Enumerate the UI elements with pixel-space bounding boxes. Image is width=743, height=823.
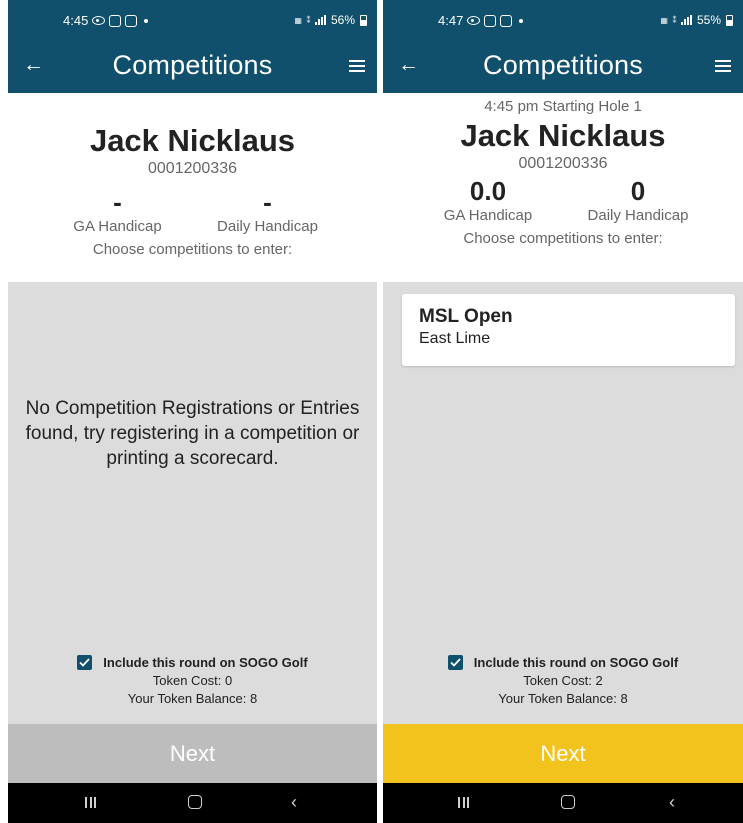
- message-icon: [125, 14, 138, 27]
- competition-name: MSL Open: [419, 306, 513, 327]
- eye-icon: [92, 16, 106, 25]
- daily-handicap: - Daily Handicap: [193, 188, 343, 235]
- home-icon[interactable]: [188, 795, 202, 809]
- left-edge: [0, 0, 8, 823]
- wifi-calling-icon: ⁑: [306, 15, 310, 25]
- daily-handicap: 0 Daily Handicap: [563, 177, 713, 224]
- competition-card[interactable]: MSL Open East Lime: [402, 294, 735, 366]
- battery-percent: 55%: [696, 13, 721, 27]
- recent-apps-icon[interactable]: [458, 797, 469, 808]
- battery-percent: 56%: [330, 13, 355, 27]
- screen-before: 4:45 ▦ ⁑ 56% ← Competitions Jack Nicklau…: [8, 0, 377, 823]
- dot-icon: [519, 18, 524, 23]
- home-icon[interactable]: [561, 795, 575, 809]
- daily-handicap-value: 0: [630, 176, 646, 206]
- daily-handicap-label: Daily Handicap: [217, 218, 318, 235]
- eye-icon: [467, 16, 481, 25]
- status-bar: 4:47 ▦ ⁑ 55%: [383, 0, 743, 41]
- start-time-line: 4:45 pm Starting Hole 1: [484, 98, 642, 115]
- empty-message: No Competition Registrations or Entries …: [25, 398, 360, 469]
- ga-handicap-value: 0.0: [469, 176, 507, 206]
- ga-handicap-label: GA Handicap: [443, 207, 533, 224]
- page-title: Competitions: [483, 50, 643, 80]
- daily-handicap-value: -: [263, 187, 272, 217]
- dot-icon: [144, 18, 149, 23]
- android-nav-bar: ‹: [383, 783, 743, 823]
- status-bar: 4:45 ▦ ⁑ 56%: [8, 0, 377, 41]
- battery-icon: [726, 14, 733, 26]
- daily-handicap-label: Daily Handicap: [587, 207, 689, 224]
- app-bar: ← Competitions: [8, 41, 377, 93]
- player-name: Jack Nicklaus: [89, 123, 296, 158]
- member-number: 0001200336: [148, 160, 237, 177]
- player-header: 4:45 pm Starting Hole 1 Jack Nicklaus 00…: [383, 93, 743, 282]
- battery-icon: [360, 14, 367, 26]
- ga-handicap: 0.0 GA Handicap: [413, 177, 563, 224]
- competitions-list: MSL Open East Lime Include this round on…: [383, 282, 743, 724]
- volte-icon: ▦: [660, 15, 668, 25]
- checkbox-checked-icon[interactable]: [447, 655, 463, 670]
- competitions-list: No Competition Registrations or Entries …: [8, 282, 377, 724]
- handicap-row: 0.0 GA Handicap 0 Daily Handicap: [383, 177, 743, 224]
- sogo-section: Include this round on SOGO Golf Token Co…: [383, 655, 743, 706]
- player-name: Jack Nicklaus: [460, 118, 666, 153]
- next-button[interactable]: Next: [8, 724, 377, 783]
- status-time: 4:45: [63, 13, 89, 28]
- hamburger-menu-icon[interactable]: [715, 60, 731, 72]
- nav-back-icon[interactable]: ‹: [669, 793, 675, 811]
- screen-after: 4:47 ▦ ⁑ 55% ← Competitions 4:45 pm Star…: [383, 0, 743, 823]
- player-header: Jack Nicklaus 0001200336 - GA Handicap -…: [8, 93, 377, 282]
- wifi-calling-icon: ⁑: [672, 15, 676, 25]
- signal-icon: [314, 15, 326, 25]
- next-button[interactable]: Next: [383, 724, 743, 783]
- volte-icon: ▦: [294, 15, 302, 25]
- recent-apps-icon[interactable]: [85, 797, 96, 808]
- android-nav-bar: ‹: [8, 783, 377, 823]
- token-balance: Your Token Balance: 8: [127, 691, 258, 706]
- signal-icon: [680, 15, 692, 25]
- notification-icon: [484, 14, 497, 27]
- sogo-label[interactable]: Include this round on SOGO Golf: [474, 655, 678, 670]
- choose-competitions-text: Choose competitions to enter:: [463, 230, 663, 247]
- nav-back-icon[interactable]: ‹: [291, 793, 297, 811]
- competition-course: East Lime: [419, 330, 491, 347]
- status-time: 4:47: [438, 13, 464, 28]
- page-title: Competitions: [112, 50, 273, 80]
- choose-competitions-text: Choose competitions to enter:: [92, 241, 293, 258]
- sogo-section: Include this round on SOGO Golf Token Co…: [8, 655, 377, 706]
- token-cost: Token Cost: 0: [152, 673, 233, 688]
- checkbox-checked-icon[interactable]: [77, 655, 93, 670]
- sogo-label[interactable]: Include this round on SOGO Golf: [103, 655, 307, 670]
- member-number: 0001200336: [518, 155, 608, 172]
- ga-handicap-value: -: [113, 187, 122, 217]
- ga-handicap-label: GA Handicap: [73, 218, 162, 235]
- token-cost: Token Cost: 2: [523, 673, 603, 688]
- hamburger-menu-icon[interactable]: [349, 60, 365, 72]
- message-icon: [500, 14, 513, 27]
- handicap-row: - GA Handicap - Daily Handicap: [8, 188, 377, 235]
- token-balance: Your Token Balance: 8: [498, 691, 628, 706]
- notification-icon: [109, 14, 122, 27]
- app-bar: ← Competitions: [383, 41, 743, 93]
- ga-handicap: - GA Handicap: [43, 188, 193, 235]
